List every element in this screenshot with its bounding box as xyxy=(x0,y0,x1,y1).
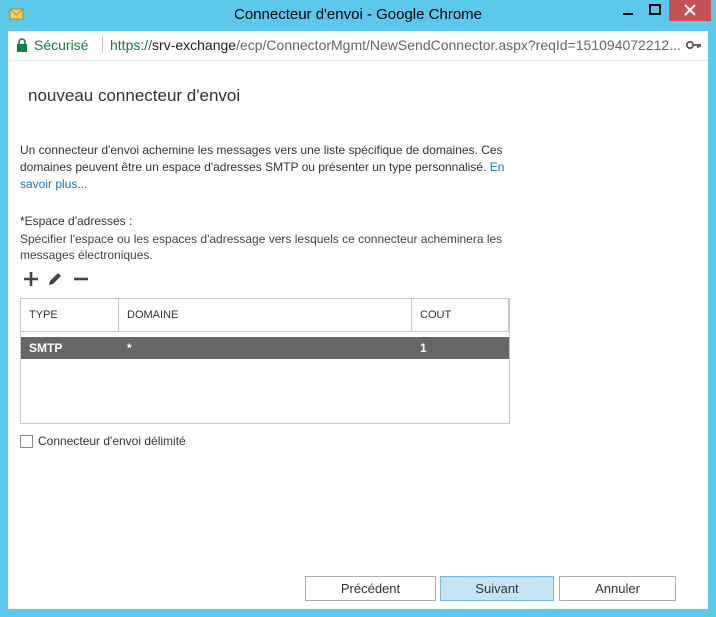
address-space-label: *Espace d'adresses : xyxy=(20,214,133,228)
address-bar[interactable]: Sécurisé https://srv-exchange/ecp/Connec… xyxy=(8,31,708,61)
remove-icon[interactable] xyxy=(72,270,90,288)
maximize-button[interactable] xyxy=(641,0,669,21)
window-title: Connecteur d'envoi - Google Chrome xyxy=(234,6,482,23)
column-header-domain[interactable]: DOMAINE xyxy=(119,299,412,331)
dialog-content: nouveau connecteur d'envoi Un connecteur… xyxy=(8,61,708,609)
address-space-table: TYPE DOMAINE COUT SMTP * 1 xyxy=(20,298,510,424)
close-button[interactable] xyxy=(669,0,711,21)
cell-type: SMTP xyxy=(29,341,63,355)
table-header: TYPE DOMAINE COUT xyxy=(21,299,509,332)
minimize-icon xyxy=(623,13,633,15)
url-path: /ecp/ConnectorMgmt/NewSendConnector.aspx… xyxy=(236,37,681,53)
key-icon[interactable] xyxy=(686,39,702,51)
cell-cost: 1 xyxy=(420,341,427,355)
column-header-type[interactable]: TYPE xyxy=(21,299,119,331)
previous-button[interactable]: Précédent xyxy=(305,576,436,601)
address-space-help: Spécifier l'espace ou les espaces d'adre… xyxy=(20,232,503,262)
description-text: Un connecteur d'envoi achemine les messa… xyxy=(20,143,503,174)
cell-domain: * xyxy=(127,341,132,355)
description: Un connecteur d'envoi achemine les messa… xyxy=(20,142,510,193)
table-row[interactable]: SMTP * 1 xyxy=(21,337,509,359)
next-button[interactable]: Suivant xyxy=(440,576,554,601)
address-separator xyxy=(102,37,103,53)
scoped-connector-label[interactable]: Connecteur d'envoi délimité xyxy=(38,434,186,448)
page-title: nouveau connecteur d'envoi xyxy=(28,86,241,105)
scoped-connector-checkbox[interactable] xyxy=(20,435,33,448)
close-icon xyxy=(684,4,696,16)
edit-icon[interactable] xyxy=(46,270,64,288)
url-host: srv-exchange xyxy=(152,37,237,53)
lock-icon xyxy=(17,38,27,52)
add-icon[interactable] xyxy=(22,270,40,288)
title-bar[interactable]: Connecteur d'envoi - Google Chrome xyxy=(0,0,716,31)
secure-label[interactable]: Sécurisé xyxy=(34,37,88,53)
cancel-button[interactable]: Annuler xyxy=(559,576,676,601)
maximize-icon xyxy=(649,4,661,15)
url-text[interactable]: https://srv-exchange/ecp/ConnectorMgmt/N… xyxy=(110,37,690,53)
browser-window: Connecteur d'envoi - Google Chrome Sécur… xyxy=(0,0,716,617)
url-scheme: https:// xyxy=(110,37,153,53)
minimize-button[interactable] xyxy=(614,0,642,21)
column-header-cost[interactable]: COUT xyxy=(412,299,509,331)
